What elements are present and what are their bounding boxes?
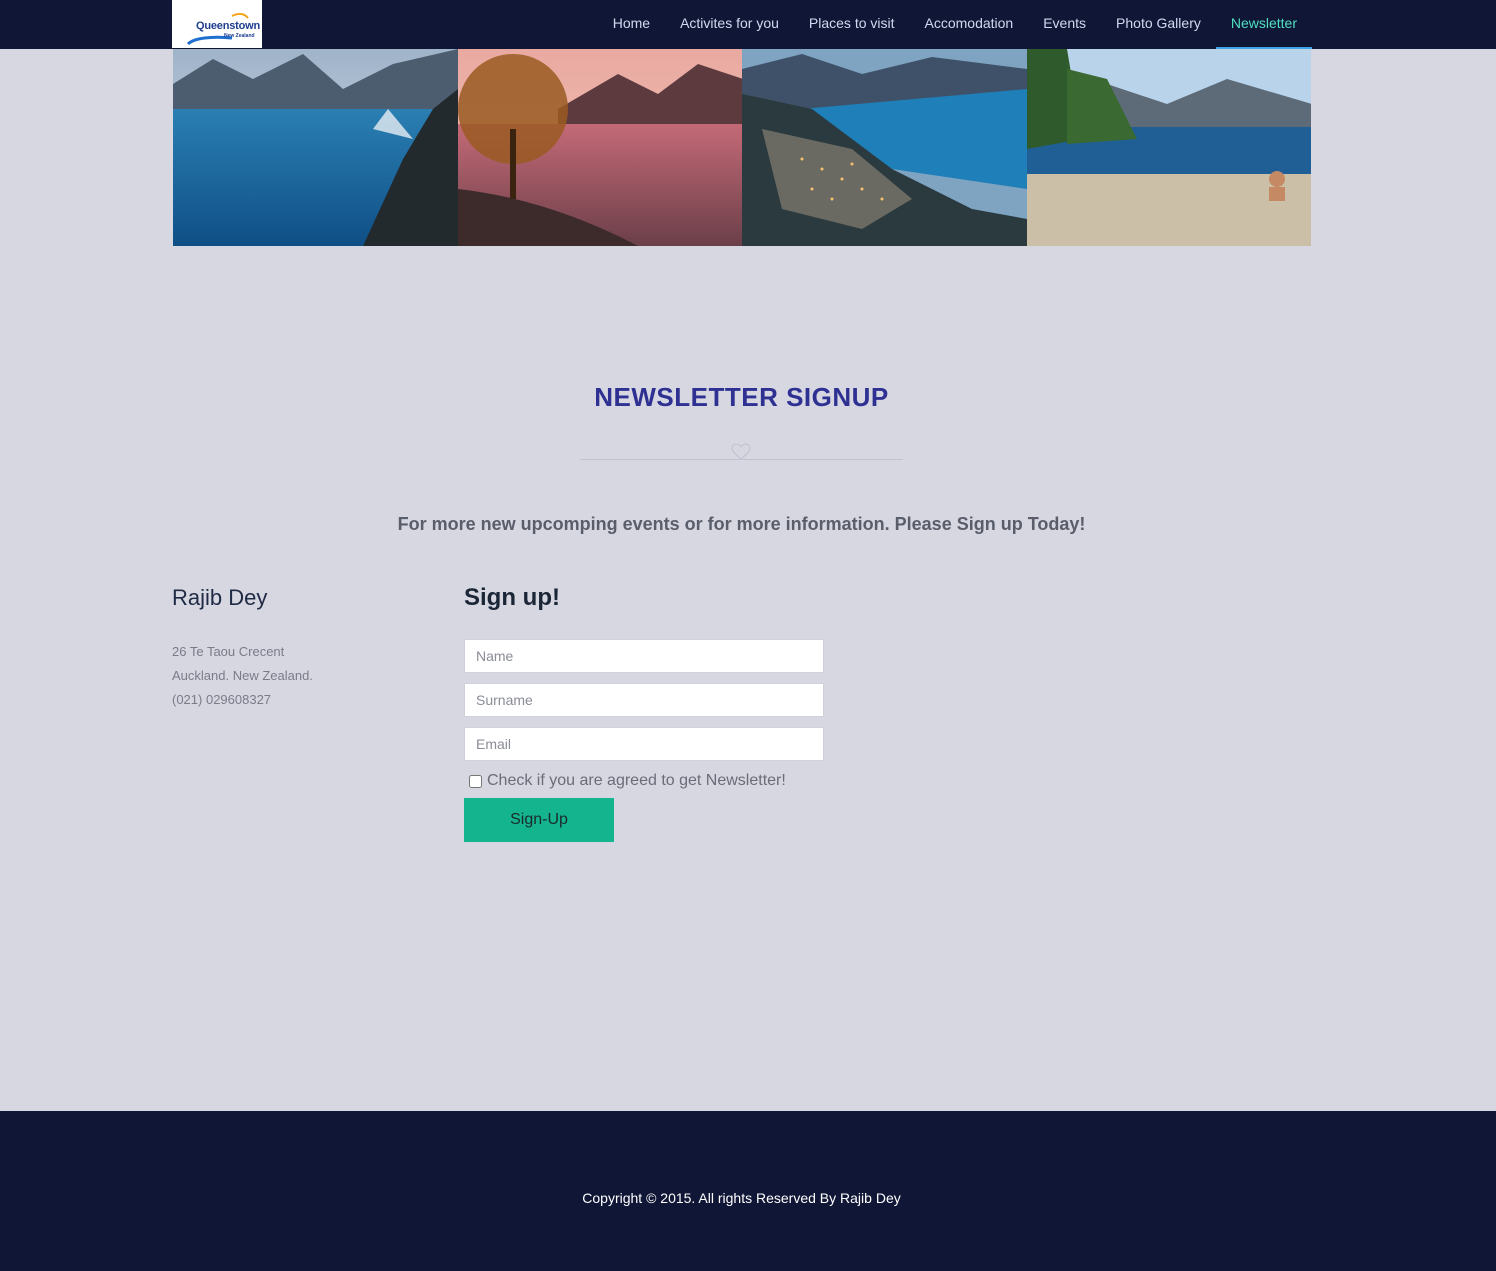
top-navbar: Queenstown New Zealand Home Activites fo… bbox=[0, 0, 1496, 49]
nav-newsletter[interactable]: Newsletter bbox=[1215, 0, 1312, 49]
banner-image-lake bbox=[173, 49, 458, 246]
banner-image-sunset bbox=[457, 49, 742, 246]
contact-address-line1: 26 Te Taou Crecent bbox=[172, 644, 285, 659]
nav-home[interactable]: Home bbox=[598, 0, 665, 49]
heart-icon bbox=[731, 443, 751, 460]
site-logo[interactable]: Queenstown New Zealand bbox=[172, 0, 262, 48]
newsletter-checkbox[interactable] bbox=[469, 774, 482, 788]
nav-accommodation[interactable]: Accomodation bbox=[910, 0, 1029, 49]
contact-details: 26 Te Taou Crecent Auckland. New Zealand… bbox=[172, 640, 313, 712]
hero-banner bbox=[173, 49, 1311, 246]
nav-places[interactable]: Places to visit bbox=[794, 0, 910, 49]
intro-text: For more new upcomping events or for mor… bbox=[397, 514, 1086, 534]
banner-image-beach bbox=[1026, 49, 1311, 246]
page-footer: Copyright © 2015. All rights Reserved By… bbox=[0, 1111, 1496, 1271]
nav-activities[interactable]: Activites for you bbox=[665, 0, 794, 49]
newsletter-consent[interactable]: Check if you are agreed to get Newslette… bbox=[469, 772, 786, 790]
main-nav: Home Activites for you Places to visit A… bbox=[598, 0, 1312, 49]
nav-photo-gallery[interactable]: Photo Gallery bbox=[1101, 0, 1216, 49]
copyright-text: Copyright © 2015. All rights Reserved By… bbox=[582, 1190, 901, 1206]
page-title: NEWSLETTER SIGNUP bbox=[594, 382, 889, 412]
contact-address-line2: Auckland. New Zealand. bbox=[172, 668, 313, 683]
surname-field[interactable] bbox=[464, 683, 824, 717]
email-field[interactable] bbox=[464, 727, 824, 761]
signup-button[interactable]: Sign-Up bbox=[464, 798, 614, 842]
banner-image-town bbox=[742, 49, 1027, 246]
name-field[interactable] bbox=[464, 639, 824, 673]
nav-events[interactable]: Events bbox=[1028, 0, 1101, 49]
contact-phone: (021) 029608327 bbox=[172, 692, 272, 707]
logo-text: Queenstown bbox=[196, 20, 261, 32]
form-title: Sign up! bbox=[464, 584, 560, 611]
logo-subtext: New Zealand bbox=[224, 33, 255, 39]
contact-name: Rajib Dey bbox=[172, 585, 268, 610]
newsletter-checkbox-label: Check if you are agreed to get Newslette… bbox=[487, 772, 786, 789]
